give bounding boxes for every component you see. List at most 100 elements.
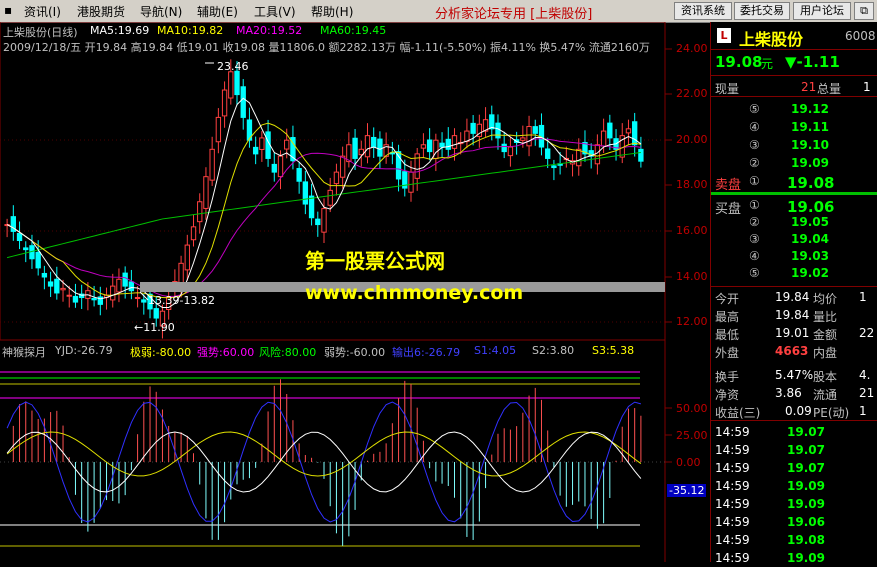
ma60-label: MA60:19.45 [320, 24, 387, 37]
stat-label: 最低 [715, 328, 740, 342]
forum-button[interactable]: 用户论坛 [793, 2, 851, 20]
candle-body [60, 287, 66, 291]
candle-body [408, 171, 414, 193]
restore-icon[interactable]: ⧉ [854, 2, 874, 20]
buy-level-row[interactable]: ③ 19.04 [713, 232, 877, 248]
candle-body [445, 138, 451, 150]
current-volume: 21 [801, 80, 817, 94]
candle-body [302, 181, 309, 205]
stat-value: 21 [859, 386, 875, 400]
tick-row: 14:59 19.07 [713, 425, 877, 441]
candle-body [420, 144, 427, 149]
buy-level-row[interactable]: 买盘 ① 19.06 [713, 198, 877, 217]
candle-body [141, 299, 147, 303]
candle-body [377, 138, 383, 157]
tick-row: 14:59 19.08 [713, 533, 877, 549]
tick-row: 14:59 19.09 [713, 479, 877, 495]
buy-level-row[interactable]: ⑤ 19.02 [713, 266, 877, 282]
buy-price: 19.05 [791, 215, 829, 229]
tick-price: 19.07 [787, 461, 825, 475]
level-number: ④ [749, 120, 760, 134]
candle-body [197, 201, 203, 223]
candle-body [234, 70, 240, 96]
candle-body [271, 163, 277, 173]
menu-item-help[interactable]: 帮助(H) [311, 3, 353, 20]
price-unit: 元 [761, 57, 774, 71]
candle-body [284, 139, 290, 150]
tick-price: 19.07 [787, 425, 825, 439]
logo-icon: L [717, 28, 731, 43]
menu-item-info[interactable]: 资讯(I) [24, 3, 61, 20]
tick-time: 14:59 [715, 461, 750, 475]
sell-price: 19.09 [791, 156, 829, 170]
candle-body [228, 71, 234, 99]
indicator-name: 神猴探月 [2, 346, 46, 359]
menu-item-assist[interactable]: 辅助(E) [197, 3, 238, 20]
stat-value: 19.84 [775, 308, 810, 322]
sell-price: 19.08 [787, 174, 835, 192]
candle-body [464, 130, 470, 142]
tick-row: 14:59 19.07 [713, 443, 877, 459]
stat-label: 内盘 [813, 346, 838, 360]
candle-body [333, 171, 340, 185]
ma5-label: MA5:19.69 [90, 24, 150, 37]
buy-level-row[interactable]: ② 19.05 [713, 215, 877, 231]
candle-body [277, 155, 284, 178]
sell-level-row[interactable]: 卖盘 ① 19.08 [713, 174, 877, 193]
sell-level-row[interactable]: ② 19.09 [713, 156, 877, 172]
menu-item-navigate[interactable]: 导航(N) [140, 3, 182, 20]
menu-bar: ▪ 资讯(I) 港股期货 导航(N) 辅助(E) 工具(V) 帮助(H) 分析家… [0, 0, 877, 23]
sell-level-row[interactable]: ④ 19.11 [713, 120, 877, 136]
buy-level-row[interactable]: ④ 19.03 [713, 249, 877, 265]
candle-body [240, 86, 246, 118]
total-volume-label: 总量 [817, 82, 842, 96]
candle-body [110, 285, 116, 301]
price-axis-label: 18.00 [676, 178, 708, 191]
candle-body [607, 122, 613, 139]
sell-level-row[interactable]: ③ 19.10 [713, 138, 877, 154]
tick-price: 19.07 [787, 443, 825, 457]
sell-price: 19.10 [791, 138, 829, 152]
indicator-axis-label: 50.00 [676, 402, 708, 415]
stat-label: 量比 [813, 310, 838, 324]
candle-body [54, 278, 60, 294]
app-icon[interactable]: ▪ [4, 3, 12, 17]
candle-body [632, 121, 638, 146]
indicator-extreme-weak: 极弱:-80.00 [130, 346, 192, 359]
candle-body [327, 189, 333, 206]
menu-item-hk-futures[interactable]: 港股期货 [77, 3, 125, 20]
buy-price: 19.02 [791, 266, 829, 280]
candle-body [16, 232, 23, 242]
level-number: ② [749, 215, 760, 229]
sell-price: 19.12 [791, 102, 829, 116]
tick-price: 19.08 [787, 533, 825, 547]
menu-item-tools[interactable]: 工具(V) [254, 3, 296, 20]
chart-title: 上柴股份(日线) [3, 26, 78, 39]
quote-panel: L 上柴股份 6008 19.08 元 ▼-1.11 现量 21 总量 1 ⑤ … [710, 22, 877, 565]
stock-name: 上柴股份 [739, 30, 804, 49]
candle-body [371, 136, 377, 148]
stat-value: 3.86 [775, 386, 802, 400]
candle-body [116, 278, 122, 293]
price-axis-label: 14.00 [676, 270, 708, 283]
stat-row: 最低 19.01 金额 22 [713, 326, 877, 342]
info-system-button[interactable]: 资讯系统 [674, 2, 732, 20]
indicator-s2: S2:3.80 [532, 344, 575, 357]
tick-time: 14:59 [715, 551, 750, 565]
candle-body [23, 247, 29, 251]
candle-body [439, 142, 445, 148]
stat-value: 22 [859, 326, 875, 340]
price-axis-label: 12.00 [676, 315, 708, 328]
candle-body [259, 137, 265, 150]
candle-body [594, 144, 601, 165]
price-axis-label: 20.00 [676, 133, 708, 146]
sell-level-row[interactable]: ⑤ 19.12 [713, 102, 877, 118]
candle-body [190, 226, 197, 241]
trade-button[interactable]: 委托交易 [734, 2, 790, 20]
candle-body [339, 155, 346, 178]
candle-body [215, 116, 222, 143]
buy-price: 19.04 [791, 232, 829, 246]
candle-body [600, 130, 607, 147]
level-number: ③ [749, 138, 760, 152]
level-number: ④ [749, 249, 760, 263]
